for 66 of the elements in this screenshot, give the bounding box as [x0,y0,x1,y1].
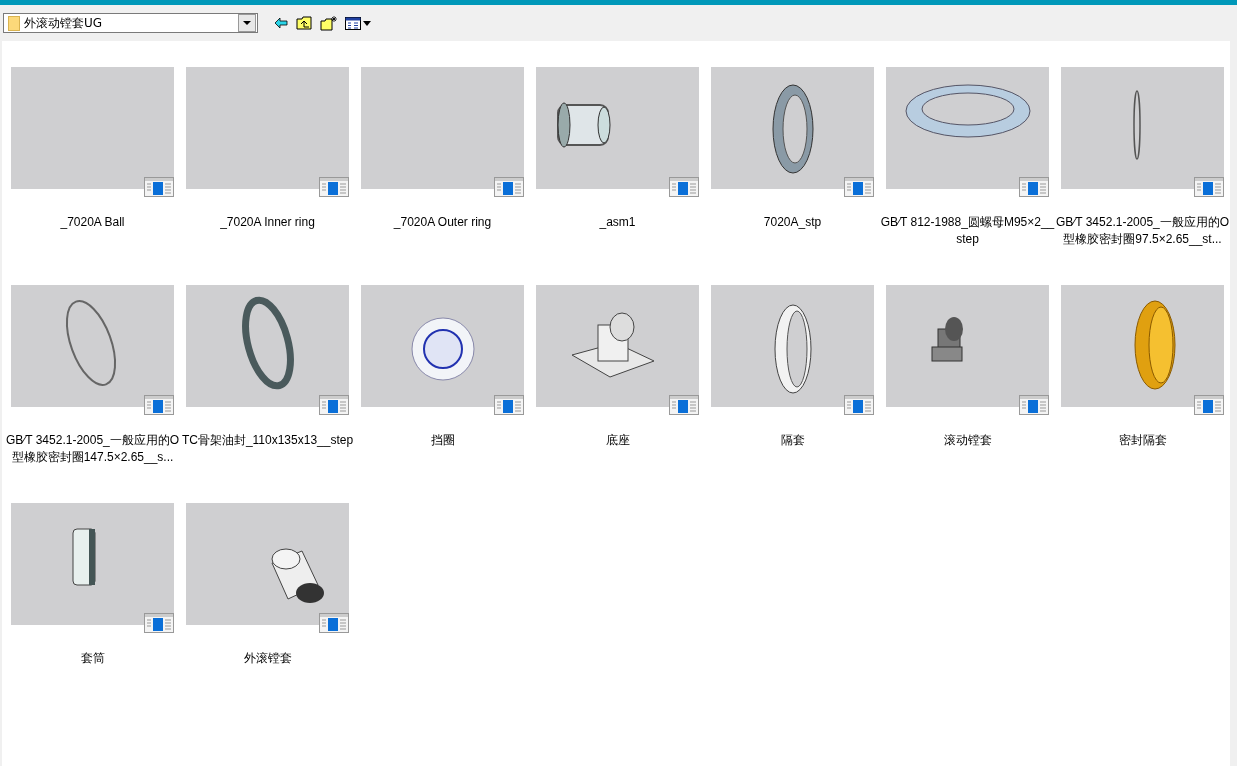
model-thumbnail[interactable] [536,67,699,189]
file-type-icon [1019,177,1049,197]
path-combobox[interactable]: 外滚动镗套UG [3,13,258,33]
file-type-icon [844,177,874,197]
folder-icon [8,15,20,31]
part-drawing [931,317,963,362]
file-name: 套筒 [79,650,106,667]
file-name: GB∕T 3452.1-2005_一般应用的O型橡胶密封圈97.5×2.65__st... [1055,214,1230,248]
model-thumbnail[interactable] [11,285,174,407]
file-name: TC骨架油封_110x135x13__step [180,432,355,449]
file-type-icon [1194,177,1224,197]
model-thumbnail[interactable] [536,285,699,407]
part-drawing [411,317,475,381]
part-drawing [271,548,324,603]
file-type-icon [144,613,174,633]
model-thumbnail[interactable] [711,67,874,189]
view-grid-icon [345,16,371,30]
model-thumbnail[interactable] [886,67,1049,189]
file-type-icon [1194,395,1224,415]
file-name: 7020A_stp [762,214,823,231]
model-thumbnail[interactable] [361,285,524,407]
model-thumbnail[interactable] [186,67,349,189]
file-name: 外滚镗套 [242,650,293,667]
part-drawing [1133,90,1141,160]
file-type-icon [669,395,699,415]
model-thumbnail[interactable] [1061,285,1224,407]
caret-icon [243,21,251,25]
model-thumbnail[interactable] [711,285,874,407]
file-type-icon [319,177,349,197]
file-name: 隔套 [779,432,806,449]
model-thumbnail[interactable] [11,503,174,625]
dropdown-button[interactable] [238,14,256,32]
model-thumbnail[interactable] [1061,67,1224,189]
file-type-icon [844,395,874,415]
new-folder-button[interactable] [320,15,337,31]
part-drawing [557,102,611,148]
back-arrow-icon [274,17,288,29]
back-button[interactable] [274,17,288,29]
file-name: _7020A Ball [59,214,126,231]
file-name: 密封隔套 [1117,432,1168,449]
model-thumbnail[interactable] [886,285,1049,407]
model-thumbnail[interactable] [186,285,349,407]
file-type-icon [319,395,349,415]
file-name: 挡圈 [429,432,456,449]
view-menu-button[interactable] [345,16,371,30]
file-type-icon [144,395,174,415]
file-type-icon [1019,395,1049,415]
model-thumbnail[interactable] [11,67,174,189]
file-type-icon [144,177,174,197]
file-name: 滚动镗套 [942,432,993,449]
model-thumbnail[interactable] [186,503,349,625]
file-type-icon [669,177,699,197]
part-drawing [72,528,96,586]
file-type-icon [319,613,349,633]
up-folder-button[interactable] [296,16,312,30]
file-name: 底座 [604,432,631,449]
up-folder-icon [296,16,312,30]
file-name: GB∕T 3452.1-2005_一般应用的O型橡胶密封圈147.5×2.65__s... [5,432,180,466]
file-name: _7020A Inner ring [219,214,316,231]
file-type-icon [494,395,524,415]
file-name: _asm1 [598,214,637,231]
new-folder-icon [320,15,337,31]
model-thumbnail[interactable] [361,67,524,189]
file-name: _7020A Outer ring [392,214,493,231]
file-type-icon [494,177,524,197]
file-name: GB∕T 812-1988_圆螺母M95×2__step [880,214,1055,248]
